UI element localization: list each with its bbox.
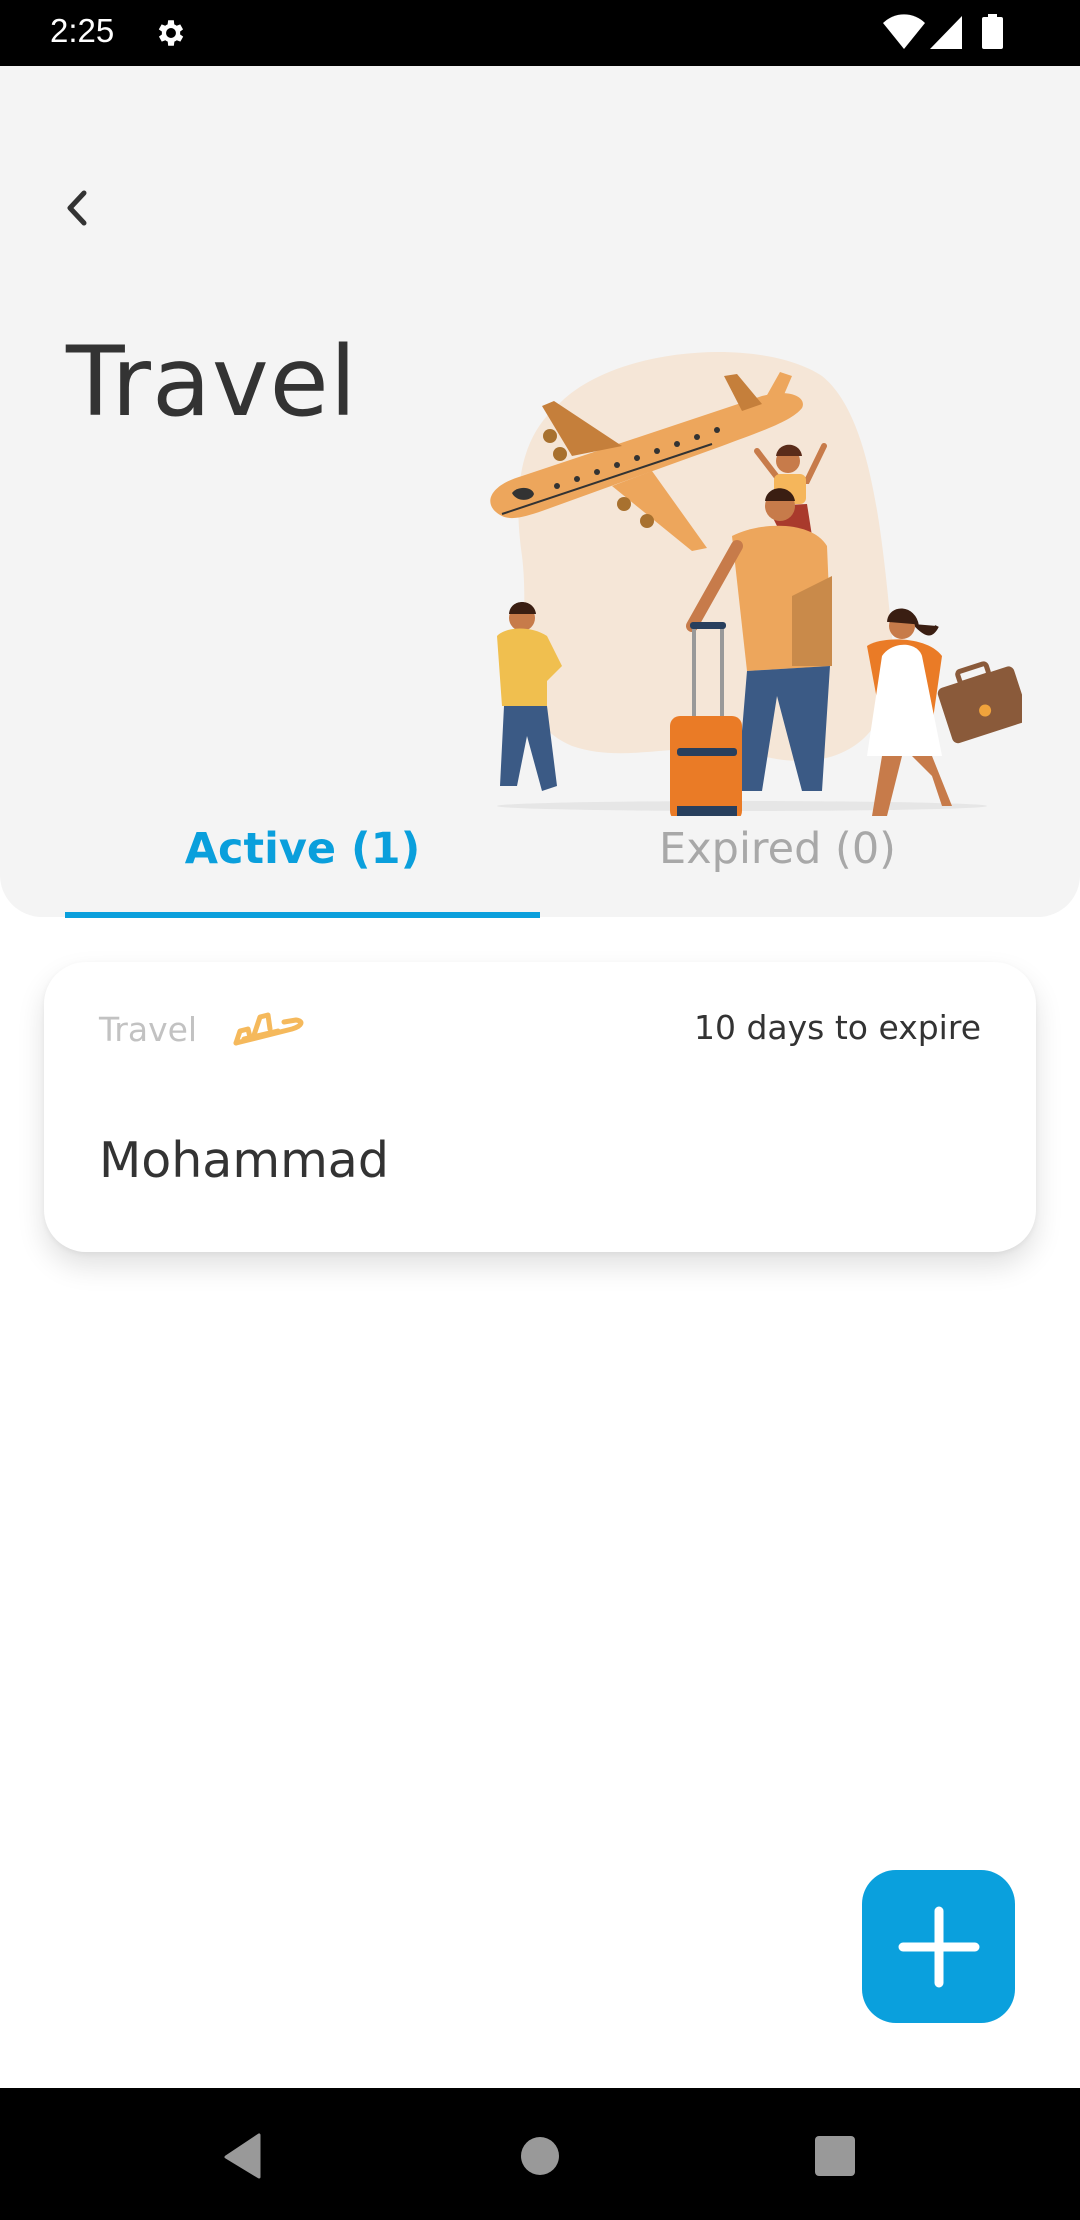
page-title: Travel xyxy=(66,326,358,438)
settings-gear-icon xyxy=(158,20,184,46)
back-triangle-icon xyxy=(224,2133,261,2179)
home-circle-icon xyxy=(521,2137,559,2175)
family-travel-illustration xyxy=(490,352,1022,816)
policy-card[interactable]: Travel 10 days to expire Mohammad xyxy=(44,962,1036,1252)
airplane-icon xyxy=(233,1012,304,1046)
header-panel: Travel Active (1) Expired (0) xyxy=(0,66,1080,917)
recents-square-icon xyxy=(815,2136,855,2176)
chevron-left-icon xyxy=(67,190,87,226)
tab-active[interactable]: Active (1) xyxy=(65,790,540,918)
cellular-signal-icon xyxy=(930,16,962,49)
status-time: 2:25 xyxy=(50,12,115,49)
policy-type-label: Travel xyxy=(99,1010,198,1049)
system-nav-bar xyxy=(0,2088,1080,2220)
status-bar: 2:25 xyxy=(0,0,1080,66)
back-button[interactable] xyxy=(50,176,104,240)
nav-recents-button[interactable] xyxy=(803,2124,867,2188)
tab-indicator xyxy=(65,912,540,918)
expiry-label: 10 days to expire xyxy=(694,1008,981,1047)
battery-icon xyxy=(982,14,1003,49)
plus-icon xyxy=(898,1906,979,1987)
nav-home-button[interactable] xyxy=(508,2124,572,2188)
policy-holder-name: Mohammad xyxy=(99,1132,389,1189)
nav-back-button[interactable] xyxy=(211,2124,275,2188)
tab-expired[interactable]: Expired (0) xyxy=(540,790,1015,918)
wifi-icon xyxy=(883,14,925,49)
add-policy-button[interactable] xyxy=(862,1870,1015,2023)
